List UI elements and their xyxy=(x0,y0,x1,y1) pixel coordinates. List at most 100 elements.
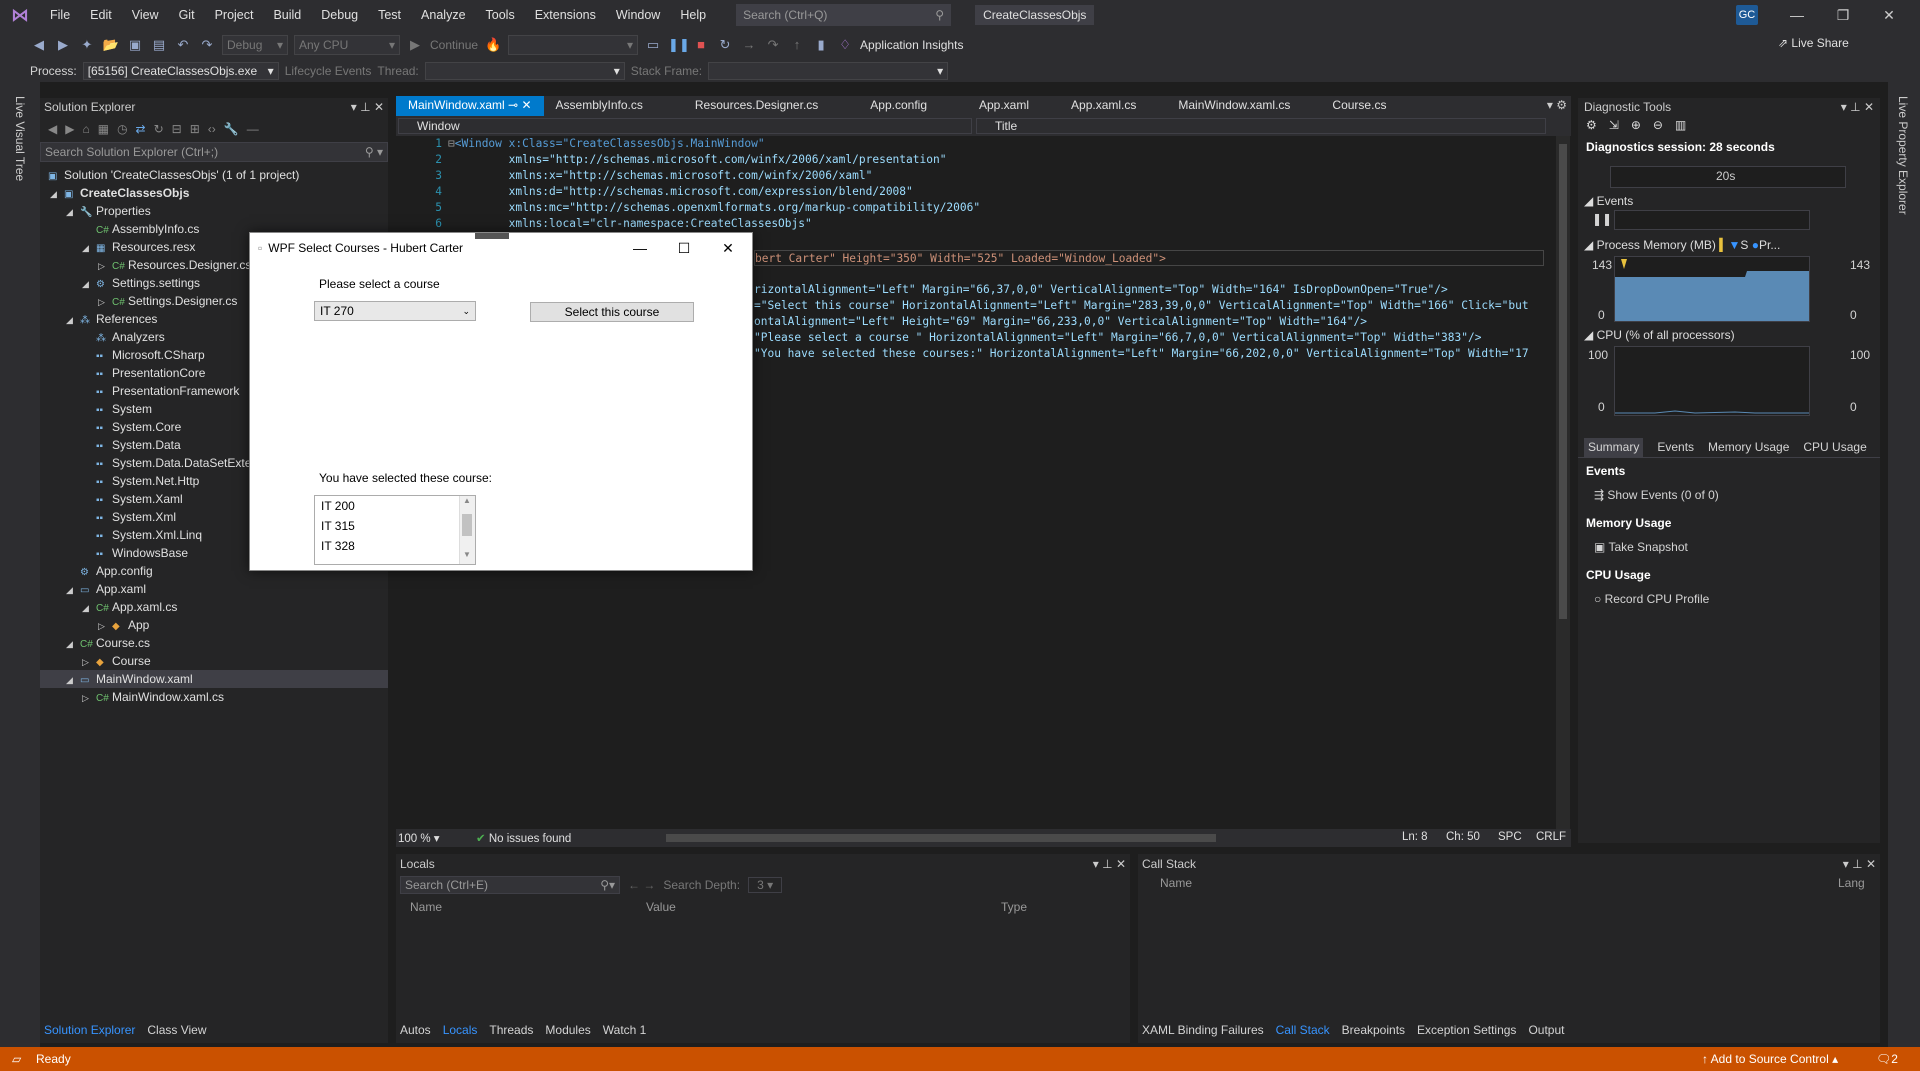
tree-row[interactable]: ▷ C# MainWindow.xaml.cs xyxy=(40,688,388,706)
tree-row[interactable]: ▷ ◆ Course xyxy=(40,652,388,670)
solution-search-input[interactable]: Search Solution Explorer (Ctrl+;) ⚲ ▾ xyxy=(40,142,388,162)
expand-icon[interactable]: ▷ xyxy=(82,689,96,706)
menu-debug[interactable]: Debug xyxy=(311,0,368,30)
pin-icon[interactable]: ⊸ xyxy=(508,98,518,112)
zoom-select[interactable]: 100 % ▾ xyxy=(398,831,440,845)
column-lang[interactable]: Lang xyxy=(1838,876,1865,890)
hot-reload-icon[interactable]: 🔥 xyxy=(484,36,502,54)
expand-icon[interactable]: ◢ xyxy=(66,635,80,652)
list-item[interactable]: IT 328 xyxy=(315,536,475,556)
back-icon[interactable]: ◀ xyxy=(30,36,48,54)
forward-icon[interactable]: ▶ xyxy=(65,122,74,136)
column-name[interactable]: Name xyxy=(1160,876,1192,890)
process-select[interactable]: [65156] CreateClassesObjs.exe ▾ xyxy=(82,62,279,80)
course-combo-box[interactable]: IT 270 ⌄ xyxy=(314,301,476,321)
tab-cpu-usage[interactable]: CPU Usage xyxy=(1803,438,1866,457)
restart-icon[interactable]: ↻ xyxy=(716,36,734,54)
tab-course-cs[interactable]: Course.cs xyxy=(1302,96,1398,116)
scrollbar-thumb[interactable] xyxy=(1559,144,1567,619)
maximize-icon[interactable]: ❐ xyxy=(1820,0,1866,30)
column-value[interactable]: Value xyxy=(646,900,676,914)
select-course-button[interactable]: Select this course xyxy=(530,302,694,322)
step-into-icon[interactable]: → xyxy=(740,36,758,54)
scroll-up-icon[interactable]: ▲ xyxy=(463,496,471,505)
memory-graph[interactable] xyxy=(1614,256,1810,322)
preview-icon[interactable]: — xyxy=(247,122,259,136)
tree-row[interactable]: ◢ ▭ MainWindow.xaml xyxy=(40,670,388,688)
issues-indicator[interactable]: ✔ No issues found xyxy=(476,831,571,845)
tab-autos[interactable]: Autos xyxy=(400,1023,431,1037)
expand-icon[interactable]: ▷ xyxy=(98,293,112,310)
avatar[interactable]: GC xyxy=(1736,5,1758,25)
expand-icon[interactable]: ◢ xyxy=(66,311,80,328)
tab-modules[interactable]: Modules xyxy=(545,1023,590,1037)
tab-threads[interactable]: Threads xyxy=(489,1023,533,1037)
editor-vertical-scrollbar[interactable] xyxy=(1556,136,1570,829)
locals-search-input[interactable]: Search (Ctrl+E) ⚲▾ xyxy=(400,876,620,894)
app-insights-button[interactable]: Application Insights xyxy=(860,38,963,52)
new-project-icon[interactable]: ✦ xyxy=(78,36,96,54)
expand-icon[interactable]: ◢ xyxy=(50,185,64,202)
tree-row[interactable]: ◢ ▣ CreateClassesObjs xyxy=(40,184,388,202)
expand-icon[interactable]: ◢ xyxy=(66,203,80,220)
tab-app-xaml[interactable]: App.xaml xyxy=(939,96,1041,116)
tab-class-view[interactable]: Class View xyxy=(147,1023,206,1043)
zoom-in-icon[interactable]: ⊕ xyxy=(1631,118,1641,140)
tab-breakpoints[interactable]: Breakpoints xyxy=(1342,1023,1405,1037)
menu-extensions[interactable]: Extensions xyxy=(525,0,606,30)
menu-project[interactable]: Project xyxy=(205,0,264,30)
events-track[interactable] xyxy=(1614,210,1810,230)
stack-frame-select[interactable]: ▾ xyxy=(708,62,949,80)
tree-row[interactable]: ◢ C# App.xaml.cs xyxy=(40,598,388,616)
sync-icon[interactable]: ⇄ xyxy=(136,122,146,136)
add-to-source-control-button[interactable]: ↑ Add to Source Control ▴ xyxy=(1702,1052,1838,1066)
timeline-ruler[interactable]: 20s xyxy=(1610,166,1846,188)
stop-icon[interactable]: ■ xyxy=(692,36,710,54)
platform-select[interactable]: Any CPU ▾ xyxy=(294,35,400,55)
record-cpu-action[interactable]: ○ Record CPU Profile xyxy=(1594,592,1709,606)
properties-icon[interactable]: 🔧 xyxy=(224,122,239,136)
column-name[interactable]: Name xyxy=(410,900,442,914)
tab-output[interactable]: Output xyxy=(1528,1023,1564,1037)
view-code-icon[interactable]: ‹› xyxy=(208,122,216,136)
tree-row[interactable]: ◢ 🔧 Properties xyxy=(40,202,388,220)
zoom-out-icon[interactable]: ⊖ xyxy=(1653,118,1663,140)
search-input[interactable]: Search (Ctrl+Q) ⚲ xyxy=(736,4,952,26)
visual-studio-logo-icon[interactable]: ⋈ xyxy=(0,0,40,30)
line-ending-indicator[interactable]: CRLF xyxy=(1536,831,1566,843)
tree-row[interactable]: ◢ C# Course.cs xyxy=(40,634,388,652)
close-icon[interactable]: ✕ xyxy=(521,98,531,112)
take-snapshot-action[interactable]: ▣ Take Snapshot xyxy=(1594,540,1688,554)
scroll-down-icon[interactable]: ▼ xyxy=(463,550,471,559)
maximize-icon[interactable]: ☐ xyxy=(662,233,706,263)
column-type[interactable]: Type xyxy=(1001,900,1027,914)
collapse-all-icon[interactable]: ⊟ xyxy=(172,122,182,136)
config-select[interactable]: Debug ▾ xyxy=(222,35,288,55)
menu-build[interactable]: Build xyxy=(263,0,311,30)
menu-test[interactable]: Test xyxy=(368,0,411,30)
tab-memory-usage[interactable]: Memory Usage xyxy=(1708,438,1789,457)
member-selector[interactable]: Title xyxy=(976,118,1546,134)
undo-icon[interactable]: ↶ xyxy=(174,36,192,54)
bookmark-icon[interactable]: ▮ xyxy=(812,36,830,54)
thread-select[interactable]: ▾ xyxy=(424,62,625,80)
depth-select[interactable]: 3 ▾ xyxy=(748,877,783,893)
xaml-toolbar-handle[interactable] xyxy=(475,233,509,239)
show-all-icon[interactable]: ⊞ xyxy=(190,122,200,136)
events-section-label[interactable]: ◢ Events xyxy=(1584,194,1633,208)
home-icon[interactable]: ⌂ xyxy=(82,122,89,136)
tab-xaml-binding-failures[interactable]: XAML Binding Failures xyxy=(1142,1023,1264,1037)
wpf-title-bar[interactable]: ▫ WPF Select Courses - Hubert Carter — ☐… xyxy=(250,233,752,263)
folder-icon[interactable]: ▭ xyxy=(644,36,662,54)
live-visual-tree-tab[interactable]: Live Visual Tree xyxy=(13,96,27,181)
lifecycle-events-button[interactable]: Lifecycle Events xyxy=(285,64,372,78)
menu-help[interactable]: Help xyxy=(670,0,716,30)
menu-git[interactable]: Git xyxy=(169,0,205,30)
tab-mainwindow-xaml[interactable]: MainWindow.xaml ⊸ ✕ xyxy=(396,96,544,116)
app-insights-icon[interactable]: ♢ xyxy=(836,36,854,54)
minimize-icon[interactable]: — xyxy=(618,233,662,263)
close-icon[interactable]: ✕ xyxy=(1866,0,1912,30)
menu-edit[interactable]: Edit xyxy=(80,0,122,30)
panel-controls[interactable]: ▾ ⊥ ✕ xyxy=(1841,100,1874,116)
continue-button[interactable]: Continue xyxy=(430,38,478,52)
